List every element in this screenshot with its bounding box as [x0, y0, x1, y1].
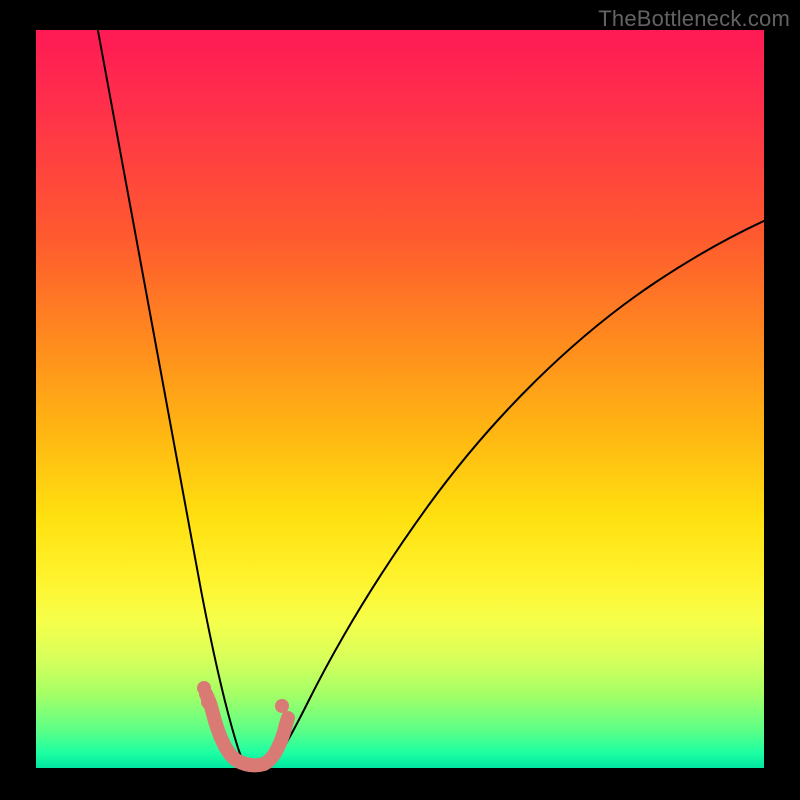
marker-dot	[275, 699, 289, 713]
watermark-text: TheBottleneck.com	[598, 6, 790, 32]
curve-layer	[36, 30, 764, 768]
marker-dot	[201, 695, 215, 709]
curve-left-branch	[96, 20, 250, 768]
plot-area	[36, 30, 764, 768]
marker-dot	[197, 681, 211, 695]
curve-right-branch	[269, 220, 766, 768]
outer-frame: TheBottleneck.com	[0, 0, 800, 800]
marker-dot	[282, 714, 294, 726]
